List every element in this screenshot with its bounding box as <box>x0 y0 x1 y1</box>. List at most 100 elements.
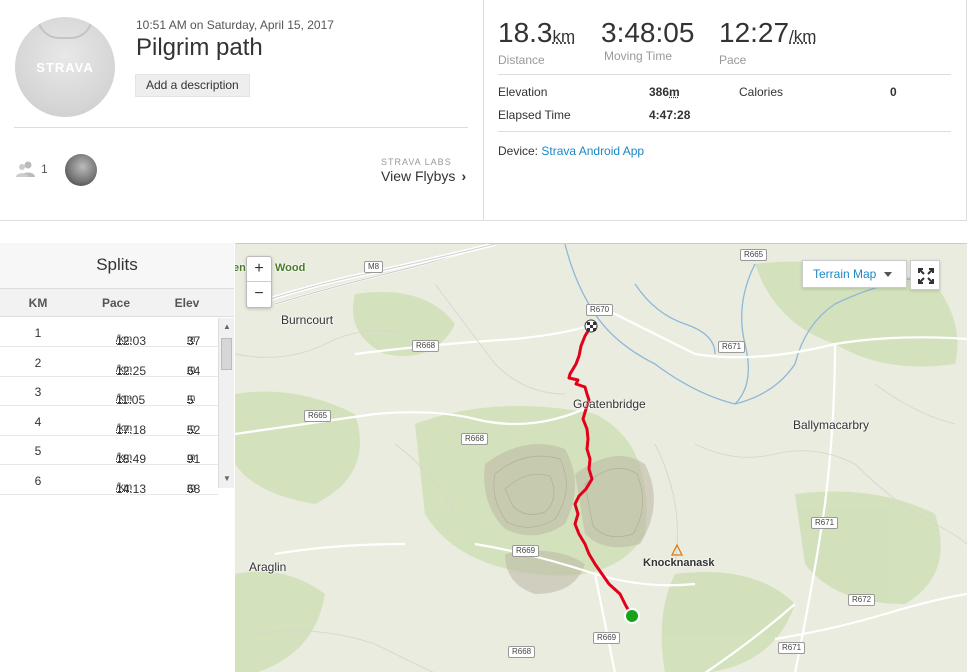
scroll-thumb[interactable] <box>221 338 232 370</box>
zoom-out-button[interactable]: − <box>247 282 271 307</box>
road-label: R671 <box>811 517 839 529</box>
activity-title: Pilgrim path <box>136 34 263 61</box>
split-km: 2 <box>34 355 42 370</box>
split-elev-unit: m <box>187 334 196 345</box>
road-label: R668 <box>508 646 536 658</box>
road-label: R671 <box>718 341 746 353</box>
splits-scrollbar[interactable]: ▲ ▼ <box>218 318 234 488</box>
split-pace-unit: /km <box>116 422 133 434</box>
device-link[interactable]: Strava Android App <box>541 144 644 158</box>
avatar-brand-text: STRAVA <box>36 59 94 75</box>
split-pace-unit: /km <box>116 334 133 345</box>
place-label-goatenbridge: Goatenbridge <box>573 397 646 411</box>
add-description-button[interactable]: Add a description <box>135 74 250 97</box>
divider <box>498 74 951 75</box>
moving-time-label: Moving Time <box>604 49 673 63</box>
table-row[interactable]: 5 18:49 /km 91 m <box>0 436 218 466</box>
activity-stats: 18.3km Distance 3:48:05 Moving Time 12:2… <box>485 0 967 221</box>
elevation-label: Elevation <box>498 85 548 99</box>
device-label: Device: <box>498 144 539 158</box>
table-row[interactable]: 4 17:18 /km 52 m <box>0 407 218 437</box>
avatar-collar-shape <box>37 17 93 39</box>
moving-time-value: 3:48:05 <box>601 17 695 48</box>
distance-stat: 18.3km Distance <box>498 17 575 67</box>
place-label-wood: Wood <box>275 262 306 274</box>
split-pace-unit: /km <box>116 393 133 404</box>
split-elev-unit: m <box>187 363 196 375</box>
elapsed-time-label: Elapsed Time <box>498 108 571 122</box>
kudos-count[interactable]: 1 <box>41 162 48 176</box>
splits-title: Splits <box>0 243 234 289</box>
elevation-number: 386 <box>649 85 670 99</box>
place-label-en: en <box>235 262 246 274</box>
road-label: R672 <box>848 594 876 606</box>
fullscreen-button[interactable] <box>910 260 940 290</box>
place-label-araglin: Araglin <box>249 560 287 574</box>
splits-header-elev: Elev <box>174 296 200 310</box>
table-row[interactable]: 3 11:05 /km 5 m <box>0 377 218 407</box>
calories-label: Calories <box>739 85 784 99</box>
road-label: R665 <box>740 249 768 261</box>
table-row[interactable]: 2 12:25 /km 64 m <box>0 348 218 378</box>
divider <box>14 127 468 128</box>
distance-unit: km <box>552 27 576 46</box>
view-flybys-link[interactable]: View Flybys › <box>381 168 466 184</box>
caret-down-icon <box>884 272 893 278</box>
split-km: 3 <box>34 385 42 399</box>
split-pace-unit: /km <box>116 481 133 493</box>
splits-header-pace: Pace <box>101 296 131 310</box>
zoom-in-button[interactable]: + <box>247 257 271 282</box>
split-elev-unit: m <box>187 393 196 404</box>
place-label-knocknanask: Knocknanask <box>643 557 715 569</box>
table-row[interactable]: 6 14:13 /km 68 m <box>0 466 218 496</box>
road-label: R671 <box>778 642 806 654</box>
athlete-avatar[interactable]: STRAVA <box>15 17 115 117</box>
pace-label: Pace <box>719 53 747 67</box>
split-km: 6 <box>34 473 42 488</box>
elevation-value: 386m <box>649 85 680 99</box>
place-label-burncourt: Burncourt <box>281 313 334 327</box>
zoom-controls: + − <box>246 256 272 308</box>
kudos-athlete-avatar[interactable] <box>65 154 97 186</box>
kudos-icon[interactable] <box>16 161 38 177</box>
start-icon <box>624 608 640 624</box>
splits-header: KM Pace Elev <box>0 289 234 317</box>
road-label: R670 <box>586 304 614 316</box>
activity-summary: STRAVA 10:51 AM on Saturday, April 15, 2… <box>0 0 484 221</box>
split-elev-unit: m <box>187 422 196 434</box>
divider <box>498 131 951 132</box>
activity-datetime: 10:51 AM on Saturday, April 15, 2017 <box>136 18 334 32</box>
pace-value: 12:27 <box>719 17 790 48</box>
activity-map[interactable]: + − Terrain Map en Wood Burncourt Goaten… <box>235 243 967 672</box>
splits-header-km: KM <box>28 296 48 310</box>
fullscreen-icon <box>918 268 934 284</box>
split-pace-unit: /km <box>116 452 133 463</box>
split-elev-unit: m <box>187 452 196 463</box>
strava-labs-label: STRAVA LABS <box>381 157 452 167</box>
device-info: Device: Strava Android App <box>498 144 644 158</box>
chevron-right-icon: › <box>461 168 467 184</box>
calories-value: 0 <box>890 85 897 99</box>
scroll-up-icon[interactable]: ▲ <box>223 322 231 331</box>
split-elev-unit: m <box>187 481 196 493</box>
distance-label: Distance <box>498 53 545 67</box>
elapsed-time-value: 4:47:28 <box>649 108 691 122</box>
pace-unit: /km <box>789 27 817 46</box>
split-pace-unit: /km <box>116 363 133 375</box>
road-label: R665 <box>304 410 332 422</box>
split-km: 1 <box>34 326 42 340</box>
place-label-ballymacarbry: Ballymacarbry <box>793 418 870 432</box>
road-label: R669 <box>593 632 621 644</box>
elevation-unit: m <box>669 85 680 99</box>
map-type-label: Terrain Map <box>813 267 877 281</box>
road-label: R668 <box>412 340 440 352</box>
table-row[interactable]: 1 12:03 /km 37 m <box>0 318 218 348</box>
road-label: M8 <box>364 261 384 273</box>
distance-value: 18.3 <box>498 17 553 48</box>
road-label: R668 <box>461 433 489 445</box>
road-label: R669 <box>512 545 540 557</box>
activity-header: STRAVA 10:51 AM on Saturday, April 15, 2… <box>0 0 967 221</box>
scroll-down-icon[interactable]: ▼ <box>223 474 231 483</box>
map-type-dropdown[interactable]: Terrain Map <box>802 260 907 288</box>
pace-stat: 12:27/km Pace <box>719 17 816 67</box>
